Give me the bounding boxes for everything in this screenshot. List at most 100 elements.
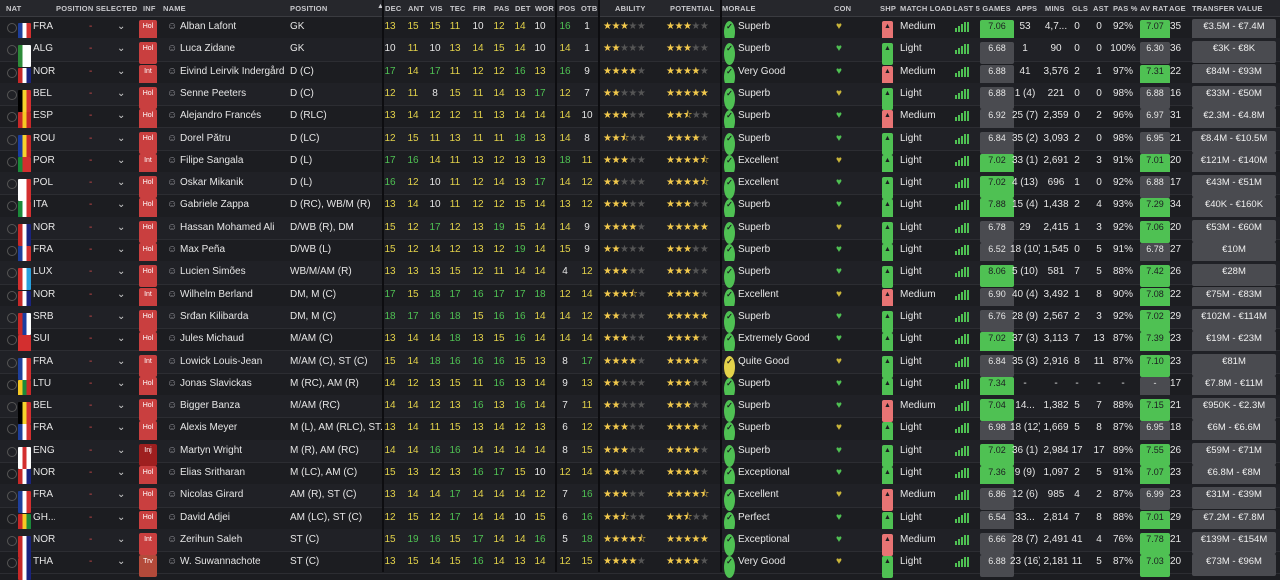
select-circle-icon[interactable] [7, 424, 17, 435]
header-age[interactable]: AGE [1169, 4, 1186, 13]
select-circle-icon[interactable] [7, 134, 17, 145]
player-name[interactable]: Oskar Mikanik [180, 172, 288, 194]
chevron-down-icon[interactable]: ⌄ [117, 150, 127, 172]
table-row[interactable]: BEL - ⌄ Hol ☺ Senne Peeters D (C) 12 11 8 15 11 14 13… [0, 82, 1280, 112]
header-tec[interactable]: TEC [450, 4, 466, 13]
chevron-down-icon[interactable]: ⌄ [117, 38, 127, 60]
table-row[interactable]: FRA - ⌄ Hol ☺ Alban Lafont GK 13 15 15 11 10 12 14 10 1… [0, 16, 1280, 45]
header-shp[interactable]: SHP [880, 4, 896, 13]
chevron-down-icon[interactable]: ⌄ [117, 83, 127, 105]
chevron-down-icon[interactable]: ⌄ [117, 261, 127, 283]
table-row[interactable]: LUX - ⌄ Hol ☺ Lucien Simões WB/M/AM (R) 13 13 13 1… [0, 261, 1280, 291]
header-position-selected[interactable]: POSITION SELECTED [56, 4, 137, 13]
player-name[interactable]: Jules Michaud [180, 328, 288, 350]
header-potential[interactable]: POTENTIAL [670, 4, 714, 13]
select-circle-icon[interactable] [7, 357, 17, 368]
table-row[interactable]: NOR - ⌄ Int ☺ Wilhelm Berland DM, M (C) 17 15 18 1… [0, 284, 1280, 313]
player-name[interactable]: Alexis Meyer [180, 417, 288, 439]
header-name[interactable]: NAME [163, 4, 186, 13]
player-name[interactable]: Alejandro Francés [180, 105, 288, 127]
chevron-down-icon[interactable]: ⌄ [117, 395, 127, 417]
table-row[interactable]: NOR - ⌄ Hol ☺ Elias Sritharan M (LC), AM (C) 15… [0, 462, 1280, 491]
chevron-down-icon[interactable]: ⌄ [117, 61, 127, 83]
player-name[interactable]: Wilhelm Berland [180, 284, 288, 306]
table-row[interactable]: POR - ⌄ Int ☺ Filipe Sangala D (L) 17 16 14 11 13 12… [0, 150, 1280, 179]
header-ability[interactable]: ABILITY [615, 4, 646, 13]
chevron-down-icon[interactable]: ⌄ [117, 529, 127, 551]
header-dec[interactable]: DEC [385, 4, 401, 13]
chevron-down-icon[interactable]: ⌄ [117, 239, 127, 261]
table-row[interactable]: ROU - ⌄ Hol ☺ Dorel Pătru D (LC) 12 15 11 13 11 11 18… [0, 127, 1280, 157]
header-gls[interactable]: GLS [1072, 4, 1088, 13]
select-circle-icon[interactable] [7, 201, 17, 212]
chevron-down-icon[interactable]: ⌄ [117, 507, 127, 529]
header-pas[interactable]: PAS % [1113, 4, 1138, 13]
chevron-down-icon[interactable]: ⌄ [117, 128, 127, 150]
chevron-down-icon[interactable]: ⌄ [117, 417, 127, 439]
player-name[interactable]: Bigger Banza [180, 395, 288, 417]
select-circle-icon[interactable] [7, 312, 17, 323]
select-circle-icon[interactable] [7, 112, 17, 123]
player-name[interactable]: Gabriele Zappa [180, 194, 288, 216]
select-circle-icon[interactable] [7, 558, 17, 569]
chevron-down-icon[interactable]: ⌄ [117, 172, 127, 194]
chevron-down-icon[interactable]: ⌄ [117, 484, 127, 506]
select-circle-icon[interactable] [7, 446, 17, 457]
header-ant[interactable]: ANT [408, 4, 424, 13]
table-row[interactable]: LTU - ⌄ Hol ☺ Jonas Slavickas M (RC), AM (R) 14… [0, 373, 1280, 402]
header-fir[interactable]: FIR [473, 4, 486, 13]
chevron-down-icon[interactable]: ⌄ [117, 194, 127, 216]
header-ast[interactable]: AST [1093, 4, 1109, 13]
select-circle-icon[interactable] [7, 491, 17, 502]
header-wor[interactable]: WOR [535, 4, 554, 13]
chevron-down-icon[interactable]: ⌄ [117, 217, 127, 239]
select-circle-icon[interactable] [7, 246, 17, 256]
table-row[interactable]: FRA - ⌄ Hol ☺ Max Peña D/WB (L) 15 12 14 12 13 12 19 1… [0, 239, 1280, 268]
select-circle-icon[interactable] [7, 335, 17, 346]
select-circle-icon[interactable] [7, 67, 17, 78]
table-row[interactable]: NOR - ⌄ Int ☺ Eivind Leirvik Indergård D (C) 17… [0, 61, 1280, 90]
table-row[interactable]: NOR - ⌄ Int ☺ Zerihun Saleh ST (C) 15 19 16 15 17 14… [0, 528, 1280, 558]
player-name[interactable]: Alban Lafont [180, 16, 288, 38]
chevron-down-icon[interactable]: ⌄ [117, 328, 127, 350]
player-name[interactable]: Elias Sritharan [180, 462, 288, 484]
table-row[interactable]: ITA - ⌄ Hol ☺ Gabriele Zappa D (RC), WB/M (R) 1… [0, 194, 1280, 224]
header-mins[interactable]: MINS [1045, 4, 1065, 13]
chevron-down-icon[interactable]: ⌄ [117, 16, 127, 38]
header-nat[interactable]: NAT [6, 4, 21, 13]
chevron-down-icon[interactable]: ⌄ [117, 462, 127, 484]
player-name[interactable]: Eivind Leirvik Indergård [180, 61, 288, 83]
player-name[interactable]: Jonas Slavickas [180, 373, 288, 395]
player-name[interactable]: Max Peña [180, 239, 288, 261]
player-name[interactable]: Martyn Wright [180, 440, 288, 462]
table-row[interactable]: ALG - ⌄ Hol ☺ Luca Zidane GK 10 11 10 13 14 15 14 10 14… [0, 38, 1280, 68]
select-circle-icon[interactable] [7, 179, 17, 190]
select-circle-icon[interactable] [7, 535, 17, 546]
select-circle-icon[interactable] [7, 469, 17, 479]
chevron-down-icon[interactable]: ⌄ [117, 105, 127, 127]
player-name[interactable]: David Adjei [180, 507, 288, 529]
player-name[interactable]: Senne Peeters [180, 83, 288, 105]
select-circle-icon[interactable] [7, 23, 17, 33]
table-row[interactable]: FRA - ⌄ Hol ☺ Alexis Meyer M (L), AM (RLC), ST… [0, 417, 1280, 447]
select-circle-icon[interactable] [7, 89, 17, 100]
table-row[interactable]: NOR - ⌄ Hol ☺ Hassan Mohamed Ali D/WB (R), DM 1… [0, 216, 1280, 246]
header-morale[interactable]: MORALE [722, 4, 756, 13]
header-last-5-games[interactable]: LAST 5 GAMES [953, 4, 1011, 13]
table-row[interactable]: FRA - ⌄ Int ☺ Lowick Louis-Jean M/AM (C), ST (… [0, 350, 1280, 380]
header-pas[interactable]: PAS [494, 4, 509, 13]
player-name[interactable]: Hassan Mohamed Ali [180, 217, 288, 239]
table-row[interactable]: POL - ⌄ Hol ☺ Oskar Mikanik D (L) 16 12 10 11 12 14 1… [0, 172, 1280, 202]
table-row[interactable]: GH... - ⌄ Hol ☺ David Adjei AM (LC), ST (C) 12 1… [0, 507, 1280, 536]
chevron-down-icon[interactable]: ⌄ [117, 440, 127, 462]
player-name[interactable]: Nicolas Girard [180, 484, 288, 506]
header-vis[interactable]: VIS [430, 4, 443, 13]
player-name[interactable]: Zerihun Saleh [180, 529, 288, 551]
player-name[interactable]: Dorel Pătru [180, 128, 288, 150]
header-transfer-value[interactable]: TRANSFER VALUE [1192, 4, 1263, 13]
table-row[interactable]: BEL - ⌄ Hol ☺ Bigger Banza M/AM (RC) 14 14 12 13 16… [0, 395, 1280, 425]
chevron-down-icon[interactable]: ⌄ [117, 351, 127, 373]
header-position[interactable]: POSITION [290, 4, 327, 13]
table-row[interactable]: SUI - ⌄ Hol ☺ Jules Michaud M/AM (C) 13 14 14 18 13… [0, 328, 1280, 358]
header-inf[interactable]: INF [143, 4, 156, 13]
